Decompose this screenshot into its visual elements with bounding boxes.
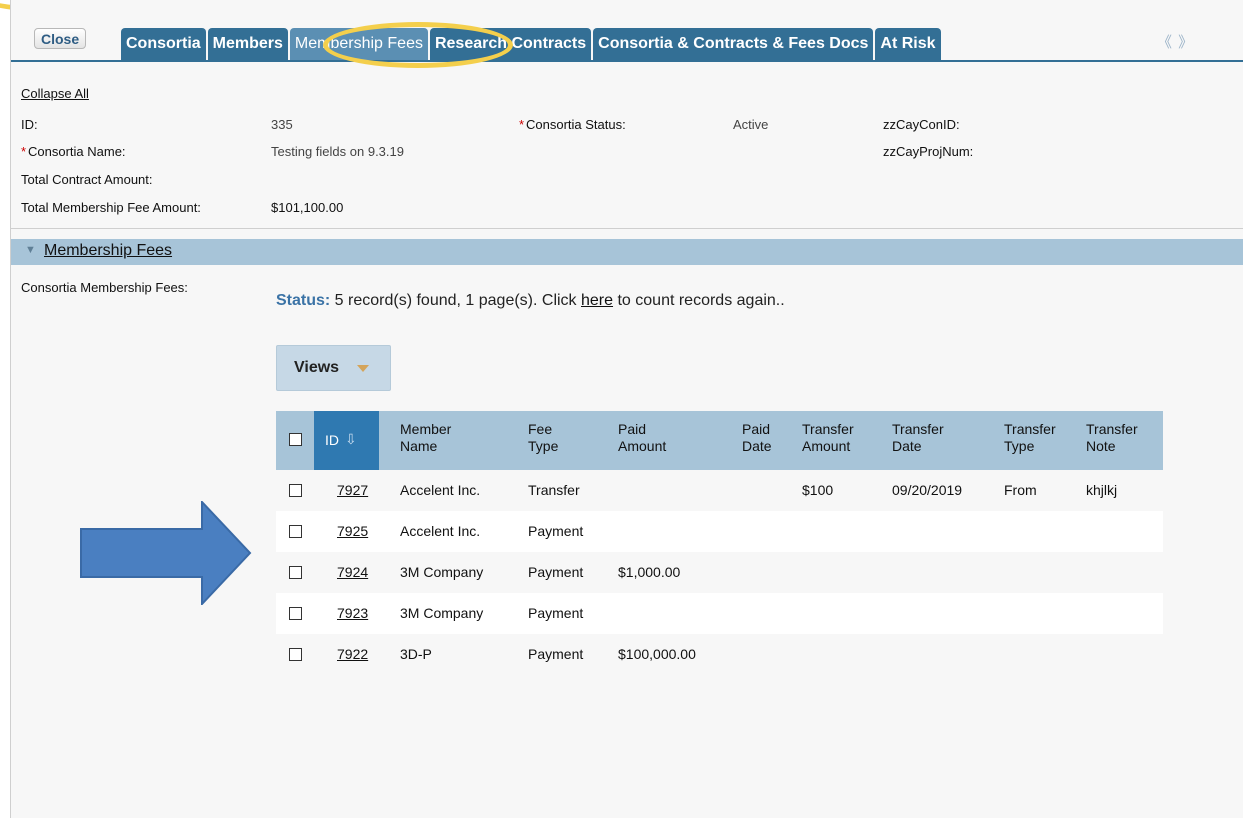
table-row[interactable]: 7923 3M Company Payment (276, 593, 1163, 634)
row-checkbox[interactable] (289, 648, 302, 661)
status-prefix: Status: (276, 292, 331, 309)
id-value: 335 (271, 117, 293, 132)
select-all-checkbox[interactable] (289, 433, 302, 446)
row-checkbox[interactable] (289, 566, 302, 579)
sort-down-icon: ⇩ (345, 431, 357, 447)
caret-down-icon (357, 365, 369, 372)
total-contract-label: Total Contract Amount: (21, 172, 153, 187)
close-button[interactable]: Close (34, 28, 87, 49)
column-header-paid-amount[interactable]: Paid Amount (618, 421, 666, 455)
chevron-down-icon[interactable]: ▼ (25, 244, 36, 256)
cay-con-id-label: zzCayConID: (883, 117, 960, 132)
consortia-name-value: Testing fields on 9.3.19 (271, 144, 404, 159)
id-header-label: ID (325, 432, 339, 448)
tab-consortia[interactable]: Consortia (121, 28, 206, 60)
row-member-name: 3M Company (400, 605, 484, 621)
recount-link[interactable]: here (581, 292, 613, 309)
row-id-link[interactable]: 7922 (337, 646, 368, 662)
column-header-id[interactable]: ID ⇩ (314, 411, 379, 470)
total-fee-value: $101,100.00 (271, 200, 344, 215)
column-header-transfer-date[interactable]: Transfer Date (892, 421, 944, 455)
row-member-name: 3D-P (400, 646, 432, 662)
row-checkbox[interactable] (289, 484, 302, 497)
tab-at-risk[interactable]: At Risk (875, 28, 941, 60)
annotation-highlight-ellipse (323, 22, 513, 68)
row-id-link[interactable]: 7923 (337, 605, 368, 621)
cay-proj-num-label: zzCayProjNum: (883, 144, 974, 159)
id-label: ID: (21, 117, 38, 132)
row-id-link[interactable]: 7927 (337, 482, 368, 498)
column-header-fee-type[interactable]: Fee Type (528, 421, 558, 455)
divider (11, 228, 1243, 229)
row-checkbox[interactable] (289, 525, 302, 538)
row-fee-type: Payment (528, 646, 584, 662)
row-paid-amount: $100,000.00 (618, 646, 696, 662)
row-fee-type: Payment (528, 523, 584, 539)
required-mark: * (519, 117, 525, 132)
views-button[interactable]: Views (276, 345, 391, 391)
tab-strip: Consortia Members Membership Fees Resear… (121, 28, 943, 60)
tab-underline (11, 60, 1243, 62)
table-row[interactable]: 7925 Accelent Inc. Payment (276, 511, 1163, 552)
table-row[interactable]: 7924 3M Company Payment $1,000.00 (276, 552, 1163, 593)
column-header-member-name[interactable]: Member Name (400, 421, 451, 455)
status-text-end: to count records again.. (613, 292, 785, 309)
row-member-name: 3M Company (400, 564, 484, 580)
column-header-paid-date[interactable]: Paid Date (742, 421, 772, 455)
required-mark: * (21, 144, 27, 159)
row-member-name: Accelent Inc. (400, 523, 481, 539)
tab-members[interactable]: Members (207, 28, 288, 60)
consortia-status-value: Active (733, 117, 769, 132)
consortia-name-label: Consortia Name: (28, 144, 126, 159)
table-header: ID ⇩ Member Name Fee Type Paid Amount Paid D… (276, 411, 1163, 470)
annotation-arrow-icon (80, 501, 252, 605)
status-text: 5 record(s) found, 1 page(s). Click (330, 292, 581, 309)
row-transfer-note: khjlkj (1086, 482, 1118, 498)
row-transfer-type: From (1004, 482, 1037, 498)
row-transfer-date: 09/20/2019 (892, 482, 963, 498)
consortia-status-label: Consortia Status: (526, 117, 626, 132)
tab-docs[interactable]: Consortia & Contracts & Fees Docs (593, 28, 874, 60)
app-frame: Close Consortia Members Membership Fees … (10, 0, 1243, 818)
membership-fees-section-header[interactable]: ▼ Membership Fees (11, 239, 1243, 265)
row-id-link[interactable]: 7925 (337, 523, 368, 539)
status-line: Status: 5 record(s) found, 1 page(s). Cl… (276, 292, 785, 310)
row-member-name: Accelent Inc. (400, 482, 481, 498)
row-fee-type: Transfer (528, 482, 580, 498)
views-label: Views (294, 359, 340, 376)
tab-scroll-icon[interactable]: 《 》 (1157, 31, 1194, 52)
row-fee-type: Payment (528, 605, 584, 621)
section-title[interactable]: Membership Fees (44, 242, 172, 260)
row-id-link[interactable]: 7924 (337, 564, 368, 580)
top-bar: Close Consortia Members Membership Fees … (11, 0, 1243, 62)
row-checkbox[interactable] (289, 607, 302, 620)
row-fee-type: Payment (528, 564, 584, 580)
collapse-all-link[interactable]: Collapse All (21, 86, 89, 101)
total-fee-label: Total Membership Fee Amount: (21, 200, 201, 215)
table-row[interactable]: 7927 Accelent Inc. Transfer $100 09/20/2… (276, 470, 1163, 511)
table-row[interactable]: 7922 3D-P Payment $100,000.00 (276, 634, 1163, 675)
column-header-transfer-note[interactable]: Transfer Note (1086, 421, 1138, 455)
row-paid-amount: $1,000.00 (618, 564, 681, 580)
column-header-transfer-type[interactable]: Transfer Type (1004, 421, 1056, 455)
column-header-transfer-amount[interactable]: Transfer Amount (802, 421, 854, 455)
row-transfer-amount: $100 (802, 482, 834, 498)
membership-fees-field-label: Consortia Membership Fees: (21, 280, 188, 295)
